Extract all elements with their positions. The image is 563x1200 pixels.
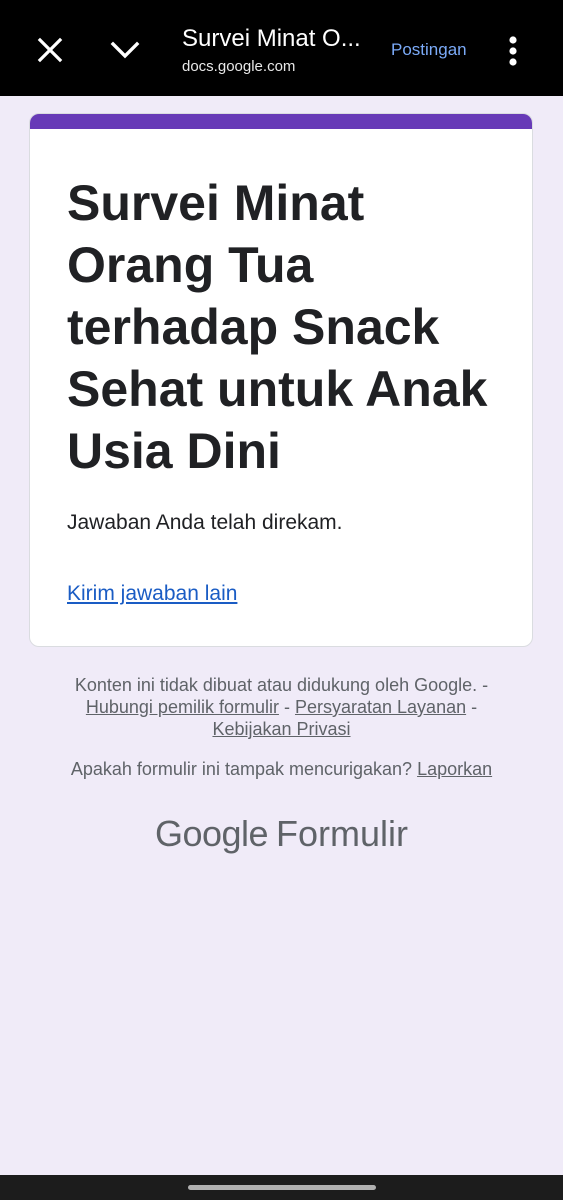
footer-disclaimer: Konten ini tidak dibuat atau didukung ol…: [40, 674, 523, 740]
separator: -: [283, 697, 290, 717]
report-line: Apakah formulir ini tampak mencurigakan?…: [20, 758, 543, 780]
more-vert-icon: [509, 36, 517, 66]
google-forms-logo[interactable]: Google Formulir: [0, 812, 563, 856]
confirmation-card: Survei Minat Orang Tua terhadap Snack Se…: [29, 113, 533, 647]
separator: -: [471, 697, 478, 717]
more-options-button[interactable]: [500, 34, 526, 68]
privacy-link[interactable]: Kebijakan Privasi: [212, 719, 350, 739]
close-icon: [37, 37, 63, 63]
system-navigation-bar: [0, 1175, 563, 1200]
browser-toolbar: Survei Minat O... docs.google.com Postin…: [0, 0, 563, 96]
report-link[interactable]: Laporkan: [417, 759, 492, 779]
page-title: Survei Minat O...: [182, 25, 361, 52]
card-accent-bar: [30, 114, 532, 129]
collapse-button[interactable]: [101, 26, 149, 74]
page-info[interactable]: Survei Minat O... docs.google.com: [182, 24, 372, 77]
chevron-down-icon: [110, 41, 140, 59]
confirmation-message: Jawaban Anda telah direkam.: [67, 511, 343, 534]
close-button[interactable]: [26, 26, 74, 74]
separator: -: [482, 675, 489, 695]
disclaimer-text: Konten ini tidak dibuat atau didukung ol…: [74, 675, 478, 695]
form-title: Survei Minat Orang Tua terhadap Snack Se…: [67, 175, 488, 479]
terms-link[interactable]: Persyaratan Layanan: [295, 697, 466, 717]
brand-product: Formulir: [276, 813, 409, 854]
page-url: docs.google.com: [182, 58, 296, 75]
contact-owner-link[interactable]: Hubungi pemilik formulir: [86, 697, 279, 717]
submit-another-response-link[interactable]: Kirim jawaban lain: [67, 580, 237, 608]
post-button[interactable]: Postingan: [391, 38, 467, 62]
brand-google: Google: [154, 813, 269, 854]
gesture-handle[interactable]: [188, 1185, 376, 1190]
suspicious-text: Apakah formulir ini tampak mencurigakan?: [70, 759, 413, 779]
